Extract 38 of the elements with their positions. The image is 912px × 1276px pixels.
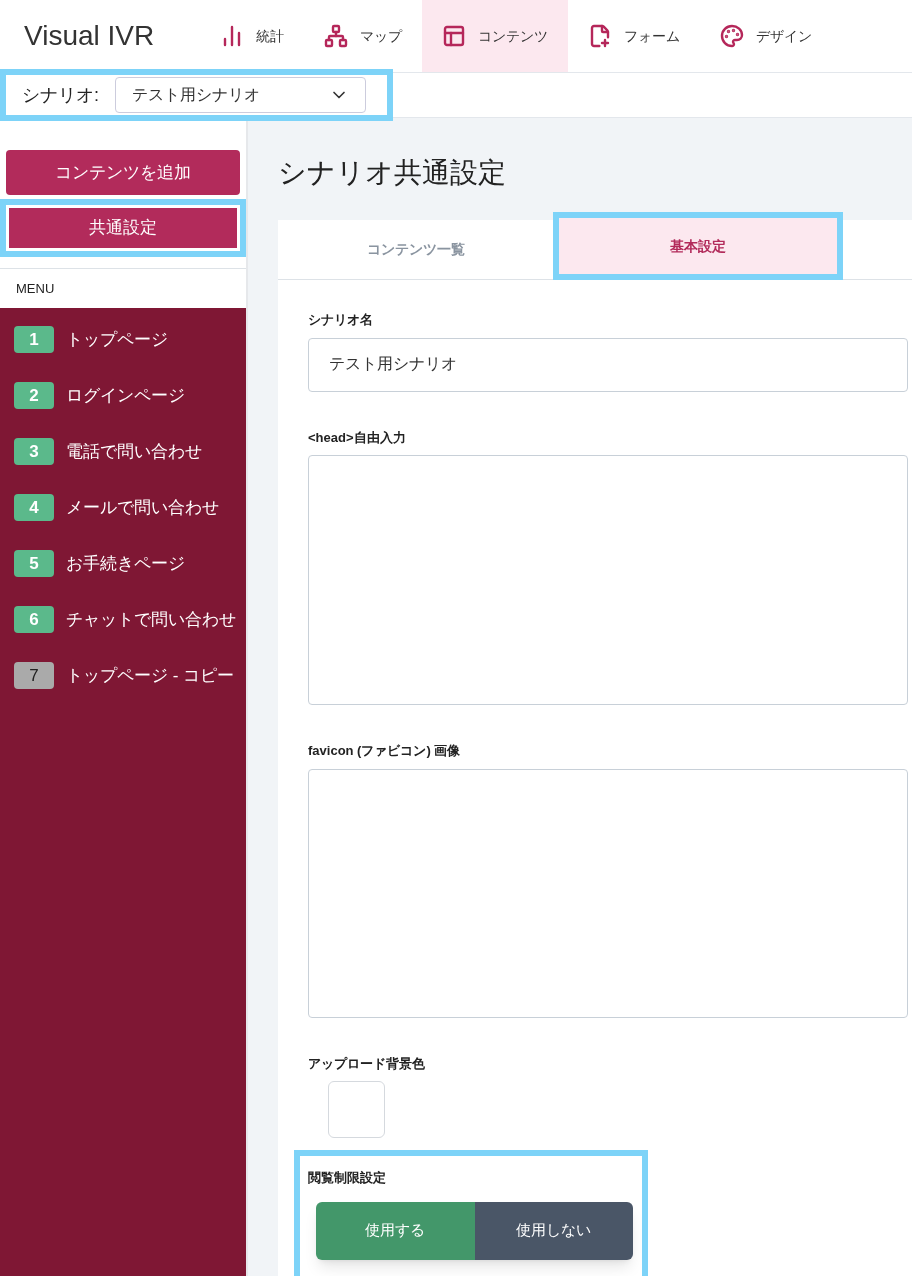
number-badge: 1 — [14, 326, 54, 353]
number-badge: 5 — [14, 550, 54, 577]
number-badge: 3 — [14, 438, 54, 465]
field-label: <head>自由入力 — [308, 428, 407, 447]
app-logo: Visual IVR — [23, 19, 156, 53]
field-label: 閲覧制限設定 — [308, 1169, 387, 1187]
field-label: アップロード背景色 — [308, 1054, 426, 1073]
scenario-name-field[interactable]: テスト用シナリオ — [308, 337, 908, 392]
menu-item[interactable]: 5 お手続きページ — [0, 550, 246, 577]
number-badge: 6 — [14, 606, 54, 633]
number-badge: 2 — [14, 382, 54, 409]
scenario-label: シナリオ: — [22, 83, 99, 107]
field-label: favicon (ファビコン) 画像 — [308, 742, 462, 760]
tab[interactable]: 基本設定 — [559, 218, 837, 274]
toggle-option[interactable]: 使用する — [316, 1201, 475, 1260]
nav-tab[interactable]: コンテンツ — [422, 0, 568, 72]
number-badge: 4 — [14, 494, 54, 521]
image-upload-area[interactable] — [308, 768, 908, 1018]
menu-item[interactable]: 4 メールで問い合わせ — [0, 494, 246, 521]
menu-heading: MENU — [16, 279, 55, 298]
layout-icon — [442, 24, 466, 48]
number-badge: 7 — [14, 662, 54, 689]
toggle-option[interactable]: 使用しない — [474, 1201, 633, 1260]
menu-item[interactable]: 2 ログインページ — [0, 382, 246, 409]
scenario-select[interactable]: テスト用シナリオ — [115, 77, 366, 113]
field-label: シナリオ名 — [308, 311, 374, 329]
add-content-button[interactable]: コンテンツを追加 — [6, 150, 240, 195]
menu-item[interactable]: 1 トップページ — [0, 326, 246, 353]
menu-item[interactable]: 3 電話で問い合わせ — [0, 438, 246, 465]
menu-item[interactable]: 7 トップページ - コピー — [0, 662, 246, 689]
palette-icon — [720, 24, 744, 48]
document-plus-icon — [588, 24, 612, 48]
page-title: シナリオ共通設定 — [278, 156, 507, 190]
head-input-field[interactable] — [308, 455, 908, 705]
common-settings-button[interactable]: 共通設定 — [9, 208, 237, 248]
menu-item[interactable]: 6 チャットで問い合わせ — [0, 606, 246, 633]
hierarchy-icon — [324, 24, 348, 48]
color-swatch[interactable] — [328, 1081, 385, 1138]
